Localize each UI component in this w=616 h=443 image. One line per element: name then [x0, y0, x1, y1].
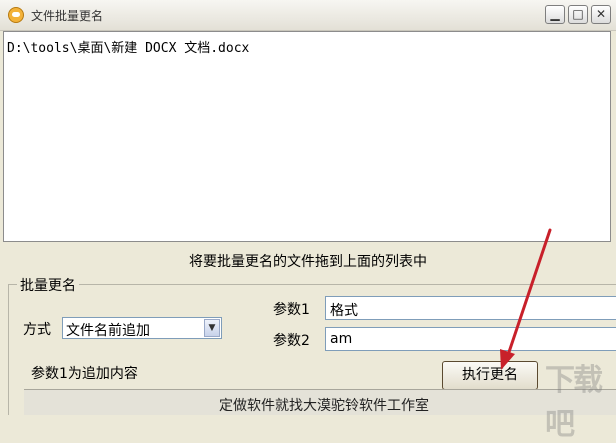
param2-label: 参数2: [273, 333, 310, 349]
maximize-icon: □: [572, 7, 584, 21]
mode-select[interactable]: 文件名前追加 ▼: [62, 317, 222, 339]
window-title: 文件批量更名: [31, 9, 104, 23]
app-icon: [8, 7, 24, 23]
arrow-head: [500, 349, 515, 370]
footer-text: 定做软件就找大漠驼铃软件工作室: [219, 398, 429, 414]
close-icon: ✕: [595, 7, 607, 21]
param2-value: am: [330, 331, 353, 347]
red-arrow-annotation: [500, 228, 552, 370]
param1-input[interactable]: 格式: [325, 296, 616, 320]
mode-label: 方式: [23, 322, 51, 338]
minimize-button[interactable]: ▁: [545, 5, 565, 24]
close-button[interactable]: ✕: [591, 5, 611, 24]
file-list[interactable]: D:\tools\桌面\新建 DOCX 文档.docx: [3, 31, 611, 242]
param2-input[interactable]: am: [325, 327, 616, 351]
minimize-icon: ▁: [550, 7, 560, 21]
file-list-item[interactable]: D:\tools\桌面\新建 DOCX 文档.docx: [7, 37, 249, 56]
title-bar: 文件批量更名 ▁ □ ✕: [0, 0, 616, 31]
maximize-button[interactable]: □: [568, 5, 588, 24]
chevron-down-icon[interactable]: ▼: [204, 319, 220, 337]
rename-group-title: 批量更名: [17, 275, 79, 295]
param1-value: 格式: [330, 303, 358, 319]
watermark-logo: 下载吧: [545, 363, 603, 442]
param-note: 参数1为追加内容: [31, 366, 138, 382]
param1-label: 参数1: [273, 302, 310, 318]
mode-select-value: 文件名前追加: [66, 323, 150, 339]
arrow-shaft: [505, 228, 552, 360]
footer-bar: 定做软件就找大漠驼铃软件工作室: [24, 389, 616, 415]
